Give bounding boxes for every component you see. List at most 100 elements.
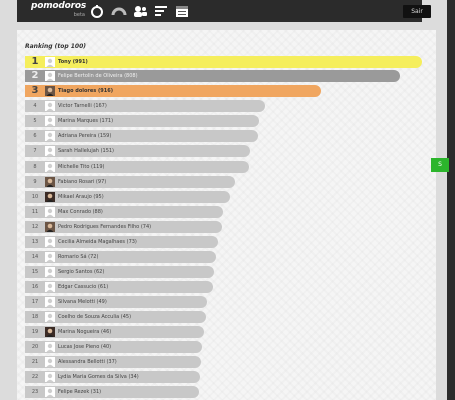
avatar[interactable] (45, 57, 55, 67)
rank-number: 12 (31, 224, 39, 230)
rank-number: 13 (31, 239, 39, 245)
logo-text: pomodoros (31, 1, 86, 11)
ranking-row[interactable]: 2 Felipe Bertolin de Oliveira (808) (25, 70, 400, 82)
rank-number: 3 (31, 85, 39, 96)
rank-number: 5 (33, 118, 37, 124)
ranking-row[interactable]: 3 Tiago dolores (916) (25, 85, 321, 97)
ranking-row[interactable]: 11 Max Conrado (88) (25, 206, 223, 218)
user-name[interactable]: Pedro Rodrigues Fernandes Filho (74) (58, 221, 151, 233)
ranking-row[interactable]: 20 Lucas Jose Pieno (40) (25, 341, 202, 353)
ranking-row[interactable]: 12 Pedro Rodrigues Fernandes Filho (74) (25, 221, 222, 233)
ranking-row[interactable]: 22 Lydia Maria Gomes da Silva (34) (25, 371, 200, 383)
avatar[interactable] (45, 342, 55, 352)
avatar[interactable] (45, 192, 55, 202)
avatar[interactable] (45, 237, 55, 247)
avatar[interactable] (45, 327, 55, 337)
logo-subtext: beta (73, 12, 85, 18)
avatar[interactable] (45, 372, 55, 382)
avatar[interactable] (45, 146, 55, 156)
app-logo[interactable]: pomodoros beta (31, 1, 86, 21)
score-bar (25, 191, 230, 203)
rank-number: 17 (31, 299, 39, 305)
user-name[interactable]: Mikael Araujo (95) (58, 191, 104, 203)
user-name[interactable]: Sergio Santos (62) (58, 266, 104, 278)
ranking-row[interactable]: 23 Felipe Rezek (31) (25, 386, 199, 398)
user-name[interactable]: Victor Tarnelli (167) (58, 100, 107, 112)
avatar[interactable] (45, 387, 55, 397)
user-name[interactable]: Romario Sá (72) (58, 251, 98, 263)
ranking-row[interactable]: 19 Marina Nogueira (46) (25, 326, 204, 338)
avatar[interactable] (45, 207, 55, 217)
ranking-row[interactable]: 9 Fabiano Rosari (97) (25, 176, 235, 188)
user-name[interactable]: Fabiano Rosari (97) (58, 176, 106, 188)
ranking-row[interactable]: 1 Tony (991) (25, 56, 422, 68)
ranking-row[interactable]: 10 Mikael Araujo (95) (25, 191, 230, 203)
ranking-row[interactable]: 7 Sarah Hallelujah (151) (25, 145, 250, 157)
calendar-icon[interactable] (174, 3, 190, 19)
rank-number: 22 (31, 374, 39, 380)
user-name[interactable]: Felipe Bertolin de Oliveira (808) (58, 70, 138, 82)
avatar[interactable] (45, 312, 55, 322)
user-name[interactable]: Cecilia Almeida Magalhaes (73) (58, 236, 137, 248)
rank-number: 6 (33, 133, 37, 139)
rank-number: 11 (31, 209, 39, 215)
user-name[interactable]: Marina Marques (171) (58, 115, 113, 127)
avatar[interactable] (45, 222, 55, 232)
ranking-row[interactable]: 6 Adriana Pereira (159) (25, 130, 258, 142)
rank-number: 1 (31, 56, 39, 67)
ranking-row[interactable]: 16 Edgar Cassucio (61) (25, 281, 213, 293)
user-name[interactable]: Silvana Melotti (49) (58, 296, 107, 308)
user-name[interactable]: Alessandra Bellotti (37) (58, 356, 117, 368)
avatar[interactable] (45, 86, 55, 96)
ranking-panel: Ranking (top 100) 1 Tony (991) 2 Felipe Ber… (17, 30, 436, 400)
user-name[interactable]: Edgar Cassucio (61) (58, 281, 108, 293)
avatar[interactable] (45, 252, 55, 262)
avatar[interactable] (45, 131, 55, 141)
user-name[interactable]: Michelle Tito (119) (58, 161, 104, 173)
user-name[interactable]: Felipe Rezek (31) (58, 386, 101, 398)
rank-number: 7 (33, 148, 37, 154)
avatar[interactable] (45, 177, 55, 187)
ranking-row[interactable]: 17 Silvana Melotti (49) (25, 296, 207, 308)
user-name[interactable]: Marina Nogueira (46) (58, 326, 111, 338)
avatar[interactable] (45, 101, 55, 111)
rank-number: 9 (33, 179, 37, 185)
rank-number: 18 (31, 314, 39, 320)
score-bar (25, 176, 235, 188)
exit-button[interactable]: Sair (403, 5, 431, 18)
avatar[interactable] (45, 116, 55, 126)
avatar[interactable] (45, 357, 55, 367)
users-icon[interactable] (132, 3, 148, 19)
stats-icon[interactable] (111, 3, 127, 19)
user-name[interactable]: Coelho de Souza Acculia (45) (58, 311, 131, 323)
user-name[interactable]: Sarah Hallelujah (151) (58, 145, 114, 157)
list-icon[interactable] (153, 3, 169, 19)
ranking-row[interactable]: 21 Alessandra Bellotti (37) (25, 356, 201, 368)
avatar[interactable] (45, 297, 55, 307)
user-name[interactable]: Max Conrado (88) (58, 206, 103, 218)
user-name[interactable]: Adriana Pereira (159) (58, 130, 111, 142)
avatar[interactable] (45, 267, 55, 277)
user-name[interactable]: Lydia Maria Gomes da Silva (34) (58, 371, 139, 383)
avatar[interactable] (45, 282, 55, 292)
ranking-row[interactable]: 8 Michelle Tito (119) (25, 161, 249, 173)
timer-icon[interactable] (89, 3, 105, 19)
ranking-row[interactable]: 14 Romario Sá (72) (25, 251, 216, 263)
rank-number: 4 (33, 103, 37, 109)
window-edge (447, 0, 455, 400)
rank-number: 10 (31, 194, 39, 200)
ranking-row[interactable]: 5 Marina Marques (171) (25, 115, 259, 127)
ranking-row[interactable]: 13 Cecilia Almeida Magalhaes (73) (25, 236, 218, 248)
rank-number: 23 (31, 389, 39, 395)
avatar[interactable] (45, 71, 55, 81)
user-name[interactable]: Tony (991) (58, 56, 88, 68)
top-navbar: pomodoros beta Sair (17, 0, 431, 22)
user-name[interactable]: Tiago dolores (916) (58, 85, 113, 97)
feedback-tab[interactable]: S (431, 158, 449, 172)
rank-number: 16 (31, 284, 39, 290)
avatar[interactable] (45, 162, 55, 172)
ranking-row[interactable]: 15 Sergio Santos (62) (25, 266, 214, 278)
user-name[interactable]: Lucas Jose Pieno (40) (58, 341, 111, 353)
ranking-row[interactable]: 18 Coelho de Souza Acculia (45) (25, 311, 206, 323)
ranking-row[interactable]: 4 Victor Tarnelli (167) (25, 100, 265, 112)
